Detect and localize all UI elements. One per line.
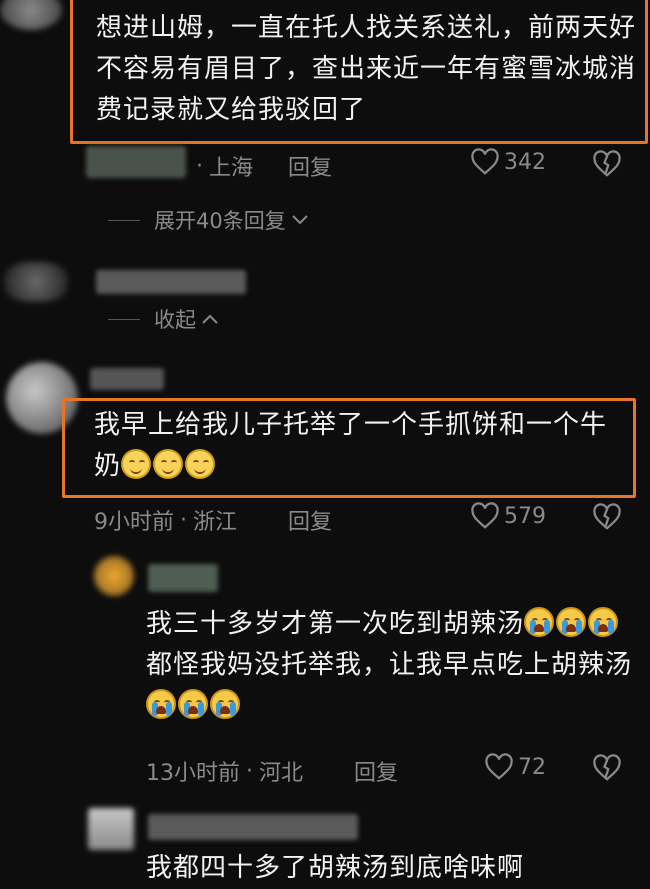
like-button[interactable]: 72 [484, 753, 546, 781]
reply-button[interactable]: 回复 [288, 150, 332, 182]
comment-meta: · 上海 [190, 150, 253, 182]
comment-text: 想进山姆，一直在托人找关系送礼，前两天好不容易有眉目了，查出来近一年有蜜雪冰城消… [96, 13, 637, 125]
timestamp: 13小时前 [146, 761, 240, 786]
collapse-replies[interactable]: 收起 [108, 304, 220, 334]
like-count: 579 [504, 503, 546, 529]
broken-heart-icon[interactable] [592, 150, 622, 178]
username[interactable] [96, 270, 246, 294]
smile-emoji-icon [185, 449, 216, 479]
collapse-label: 收起 [154, 308, 196, 332]
crying-emoji-icon [524, 607, 555, 637]
crying-emoji-icon [146, 689, 176, 719]
like-count: 342 [504, 149, 546, 175]
heart-outline-icon [471, 148, 499, 175]
comment-text: 我早上给我儿子托举了一个手抓饼和一个牛奶 [94, 405, 614, 487]
avatar[interactable] [4, 262, 68, 302]
reply-button[interactable]: 回复 [354, 755, 398, 787]
separator-dot: · [196, 153, 203, 179]
location: 上海 [209, 156, 254, 181]
broken-heart-icon[interactable] [592, 503, 622, 531]
like-button[interactable]: 342 [470, 148, 546, 176]
smile-emoji-icon [153, 449, 184, 479]
comment-meta: 9小时前 · 浙江 [94, 504, 237, 536]
chevron-down-icon [292, 215, 308, 225]
location: 浙江 [193, 510, 238, 535]
like-button[interactable]: 579 [470, 502, 546, 530]
location: 河北 [259, 761, 304, 786]
reply-text-part2: 都怪我妈没托举我，让我早点吃上胡辣汤 [146, 650, 633, 680]
like-count: 72 [518, 754, 546, 780]
heart-outline-icon [471, 502, 499, 529]
broken-heart-icon[interactable] [592, 754, 622, 782]
username[interactable] [86, 146, 186, 178]
username[interactable] [148, 564, 218, 592]
divider [108, 318, 140, 320]
crying-emoji-icon [556, 607, 587, 637]
divider [108, 219, 140, 221]
smile-emoji-icon [121, 449, 152, 479]
reply-text: 我都四十多了胡辣汤到底啥味啊 [146, 853, 525, 883]
reply-button[interactable]: 回复 [288, 504, 332, 536]
reply-text-part1: 我三十多岁才第一次吃到胡辣汤 [146, 609, 525, 639]
username[interactable] [148, 814, 358, 840]
separator-dot: · [246, 758, 253, 784]
heart-outline-icon [485, 753, 513, 780]
username[interactable] [90, 368, 164, 390]
timestamp: 9小时前 [94, 510, 174, 535]
avatar[interactable] [88, 808, 134, 850]
reply-text: 我三十多岁才第一次吃到胡辣汤都怪我妈没托举我，让我早点吃上胡辣汤 [146, 604, 636, 727]
avatar[interactable] [94, 556, 134, 596]
expand-label: 展开40条回复 [154, 209, 286, 233]
crying-emoji-icon [588, 607, 619, 637]
chevron-up-icon [202, 314, 218, 324]
crying-emoji-icon [178, 689, 208, 719]
reply-meta: 13小时前 · 河北 [146, 755, 303, 787]
expand-replies[interactable]: 展开40条回复 [108, 205, 310, 235]
separator-dot: · [180, 507, 187, 533]
avatar[interactable] [0, 0, 62, 30]
crying-emoji-icon [210, 689, 240, 719]
